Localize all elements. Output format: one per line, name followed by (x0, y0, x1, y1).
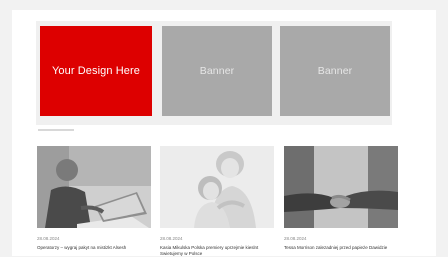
article-card[interactable]: 28.08.2024 Kasia Mikulska Polska premier… (160, 146, 274, 257)
article-date: 28.08.2024 (37, 236, 60, 241)
article-date: 28.08.2024 (160, 236, 183, 241)
article-title[interactable]: Kasia Mikulska Polska premiery uprzejmie… (160, 245, 274, 257)
business-handshake-photo[interactable] (284, 146, 398, 228)
banner-label: Your Design Here (51, 65, 141, 77)
banner-placeholder-1[interactable]: Banner (162, 26, 272, 116)
article-title[interactable]: Tessa Morrison zalezadniej przed papieże… (284, 245, 398, 251)
banner-label: Banner (317, 65, 353, 77)
banner-label: Banner (199, 65, 235, 77)
article-date: 28.08.2024 (284, 236, 307, 241)
section-divider (38, 129, 74, 131)
banner-your-design-here[interactable]: Your Design Here (40, 26, 152, 116)
business-person-laptop-photo[interactable] (37, 146, 151, 228)
article-title[interactable]: Operatorzy – wygraj pakyt na mistizkt Al… (37, 245, 151, 251)
article-card[interactable]: 28.08.2024 Tessa Morrison zalezadniej pr… (284, 146, 398, 251)
banner-placeholder-2[interactable]: Banner (280, 26, 390, 116)
article-card[interactable]: 28.08.2024 Operatorzy – wygraj pakyt na … (37, 146, 151, 251)
smiling-family-portrait-photo[interactable] (160, 146, 274, 228)
